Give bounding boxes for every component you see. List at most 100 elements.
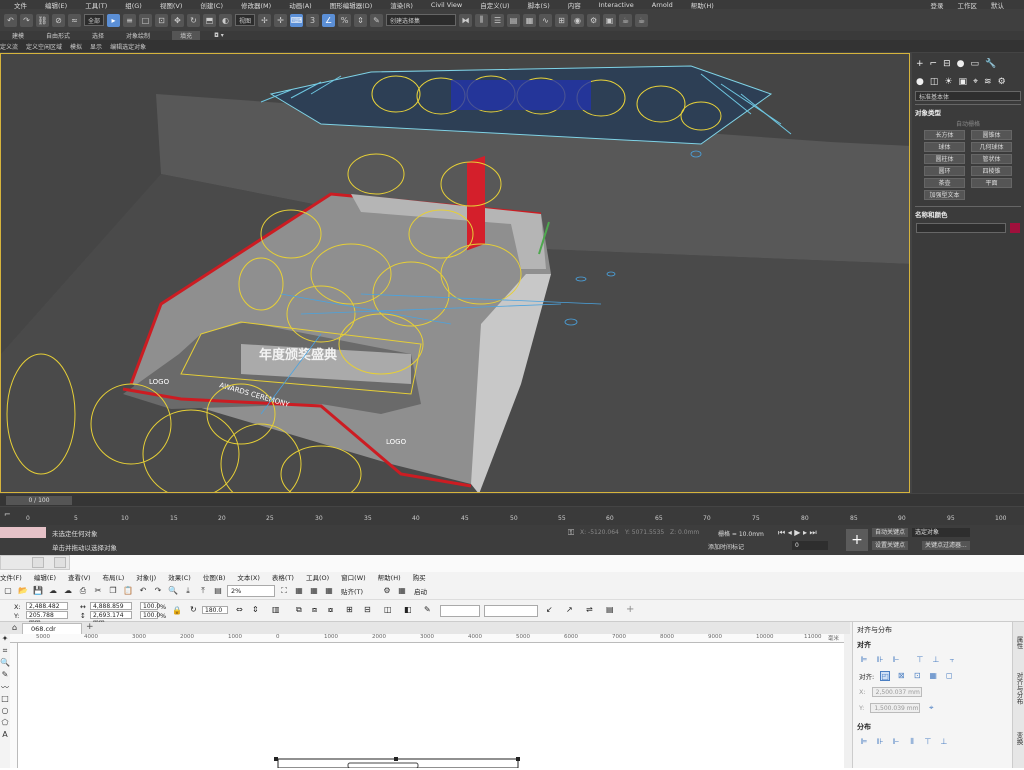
window-crossing-icon[interactable]: ⊡ [155, 14, 168, 27]
open-icon[interactable]: 📂 [17, 585, 29, 597]
break-apart-icon[interactable]: ⊟ [364, 605, 371, 614]
x-position-field[interactable]: 2,488.482 mm [26, 602, 68, 610]
ribbon-tab-populate[interactable]: 填充 [172, 31, 200, 40]
group-icon[interactable]: ⧉ [296, 605, 302, 615]
rotation-angle-field[interactable]: 180.0 [202, 606, 228, 614]
key-filters-button[interactable]: 关键点过滤器... [922, 541, 970, 550]
y-position-field[interactable]: 205.788 mm [26, 611, 68, 619]
text-tool-icon[interactable]: A [0, 730, 10, 742]
cdr-menu-object[interactable]: 对象(J) [136, 572, 156, 582]
align-center-v-icon[interactable]: ⊥ [931, 655, 941, 665]
rectangle-tool-icon[interactable]: □ [0, 694, 10, 706]
full-screen-icon[interactable]: ⛶ [278, 585, 290, 597]
distribute-top-icon[interactable]: ⊤ [923, 737, 933, 747]
align-icon[interactable]: ⫼ [475, 14, 488, 27]
open-mini-curve-editor-icon[interactable]: ⌐ [4, 510, 11, 519]
selection-handle[interactable] [274, 757, 278, 761]
align-x-field[interactable]: 2,500.037 mm [872, 687, 922, 697]
vertical-ruler[interactable] [10, 643, 18, 768]
align-left-icon[interactable]: ⊫ [859, 655, 869, 665]
auto-key-button[interactable]: 自动关键点 [872, 528, 908, 537]
teapot-button[interactable]: 茶壶 [924, 178, 965, 188]
add-tool-icon[interactable]: + [626, 604, 634, 615]
cameras-icon[interactable]: ▣ [958, 77, 967, 87]
coord-z[interactable]: Z: 0.0mm [670, 529, 699, 536]
distribute-right-icon[interactable]: ⫴ [907, 737, 917, 747]
page-edge-icon[interactable]: ⊠ [896, 671, 906, 681]
ellipse-tool-icon[interactable]: ○ [0, 706, 10, 718]
horizontal-ruler[interactable]: 5000 4000 3000 2000 1000 0 1000 2000 300… [10, 634, 844, 643]
pivot-center-icon[interactable]: ✢ [258, 14, 271, 27]
options-gear-icon[interactable]: ⚙ [381, 585, 393, 597]
import-icon[interactable]: ⤓ [182, 585, 194, 597]
lock-ratio-icon[interactable]: 🔒 [172, 606, 182, 615]
polygon-tool-icon[interactable]: ⬠ [0, 718, 10, 730]
primitive-type-dropdown[interactable]: 标准基本体 [915, 91, 1021, 101]
object-name-field[interactable] [916, 223, 1006, 233]
motion-tab-icon[interactable]: ● [957, 59, 965, 69]
cdr-menu-buy[interactable]: 购买 [413, 572, 426, 582]
transform-side-tab[interactable]: 变换 [1014, 732, 1024, 745]
menu-civil-view[interactable]: Civil View [431, 1, 462, 9]
object-type-rollout[interactable]: 对象类型 [915, 104, 1021, 117]
playback-controls[interactable]: ⏮ ◂ ▶ ▸ ⏭ [778, 528, 817, 538]
start-arrowhead-icon[interactable]: ↙ [546, 605, 553, 614]
end-arrowhead-icon[interactable]: ↗ [566, 605, 573, 614]
align-right-icon[interactable]: ⊩ [891, 655, 901, 665]
perspective-viewport[interactable]: 年度颁奖盛典 AWARDS CEREMONY LOGO LOGO [0, 53, 910, 493]
redo-icon[interactable]: ↷ [20, 14, 33, 27]
active-objects-icon[interactable]: ◰ [880, 671, 890, 681]
pick-point-icon[interactable]: ⌖ [926, 703, 936, 713]
selection-handle[interactable] [516, 757, 520, 761]
outline-pen-icon[interactable]: ✎ [424, 605, 431, 614]
toggle-scene-explorer-icon[interactable]: ☰ [491, 14, 504, 27]
key-selection-dropdown[interactable]: 选定对象 [912, 528, 970, 537]
distribute-middle-icon[interactable]: ⊥ [939, 737, 949, 747]
sphere-button[interactable]: 球体 [924, 142, 965, 152]
specified-point-icon[interactable]: ◻ [944, 671, 954, 681]
geometry-icon[interactable]: ● [916, 77, 924, 87]
percent-snap-icon[interactable]: % [338, 14, 351, 27]
snaps-toggle-icon[interactable]: 3 [306, 14, 319, 27]
spinner-snap-icon[interactable]: ⇕ [354, 14, 367, 27]
create-tab-icon[interactable]: + [916, 59, 924, 69]
freehand-tool-icon[interactable]: ✎ [0, 670, 10, 682]
ribbon-tab-modeling[interactable]: 建模 [12, 31, 24, 40]
save-icon[interactable]: 💾 [32, 585, 44, 597]
select-manipulate-icon[interactable]: ✛ [274, 14, 287, 27]
search-content-icon[interactable]: 🔍 [167, 585, 179, 597]
toggle-ribbon-icon[interactable]: ▦ [523, 14, 536, 27]
keyboard-shortcut-override-icon[interactable]: ⌨ [290, 14, 303, 27]
quick-customize-icon[interactable]: ▤ [606, 605, 614, 614]
align-distribute-icon[interactable]: ▥ [272, 605, 280, 614]
close-icon[interactable] [54, 557, 66, 568]
mirror-icon[interactable]: ⧓ [459, 14, 472, 27]
cdr-menu-help[interactable]: 帮助(H) [378, 572, 401, 582]
export-icon[interactable]: ⤒ [197, 585, 209, 597]
schematic-view-icon[interactable]: ⊞ [555, 14, 568, 27]
hierarchy-tab-icon[interactable]: ⊟ [943, 59, 951, 69]
height-field[interactable]: 2,693.174 mm [90, 611, 132, 619]
box-button[interactable]: 长方体 [924, 130, 965, 140]
maxscript-listener-field[interactable] [0, 527, 46, 538]
copy-icon[interactable]: ❐ [107, 585, 119, 597]
lights-icon[interactable]: ☀ [944, 77, 952, 87]
populate-simulate[interactable]: 模拟 [70, 42, 82, 51]
render-production-icon[interactable]: ☕ [619, 14, 632, 27]
width-field[interactable]: 4,888.859 mm [90, 602, 132, 610]
redo-icon[interactable]: ↷ [152, 585, 164, 597]
mirror-vertical-icon[interactable]: ⇕ [252, 605, 259, 614]
align-center-h-icon[interactable]: ⊪ [875, 655, 885, 665]
grid-icon[interactable]: ▦ [928, 671, 938, 681]
page-center-icon[interactable]: ⊡ [912, 671, 922, 681]
new-tab-icon[interactable]: + [86, 622, 94, 632]
ribbon-tab-selection[interactable]: 选择 [92, 31, 104, 40]
ungroup-all-icon[interactable]: ⧇ [328, 605, 333, 615]
cdr-menu-table[interactable]: 表格(T) [272, 572, 294, 582]
modify-tab-icon[interactable]: ⌐ [930, 59, 938, 69]
lock-selection-icon[interactable]: ⚿ [568, 528, 574, 538]
cloud-download-icon[interactable]: ☁ [62, 585, 74, 597]
ribbon-tab-object-paint[interactable]: 对象绘制 [126, 31, 150, 40]
coord-y[interactable]: Y: 5071.5535 [625, 529, 664, 536]
shapes-icon[interactable]: ◫ [930, 77, 939, 87]
